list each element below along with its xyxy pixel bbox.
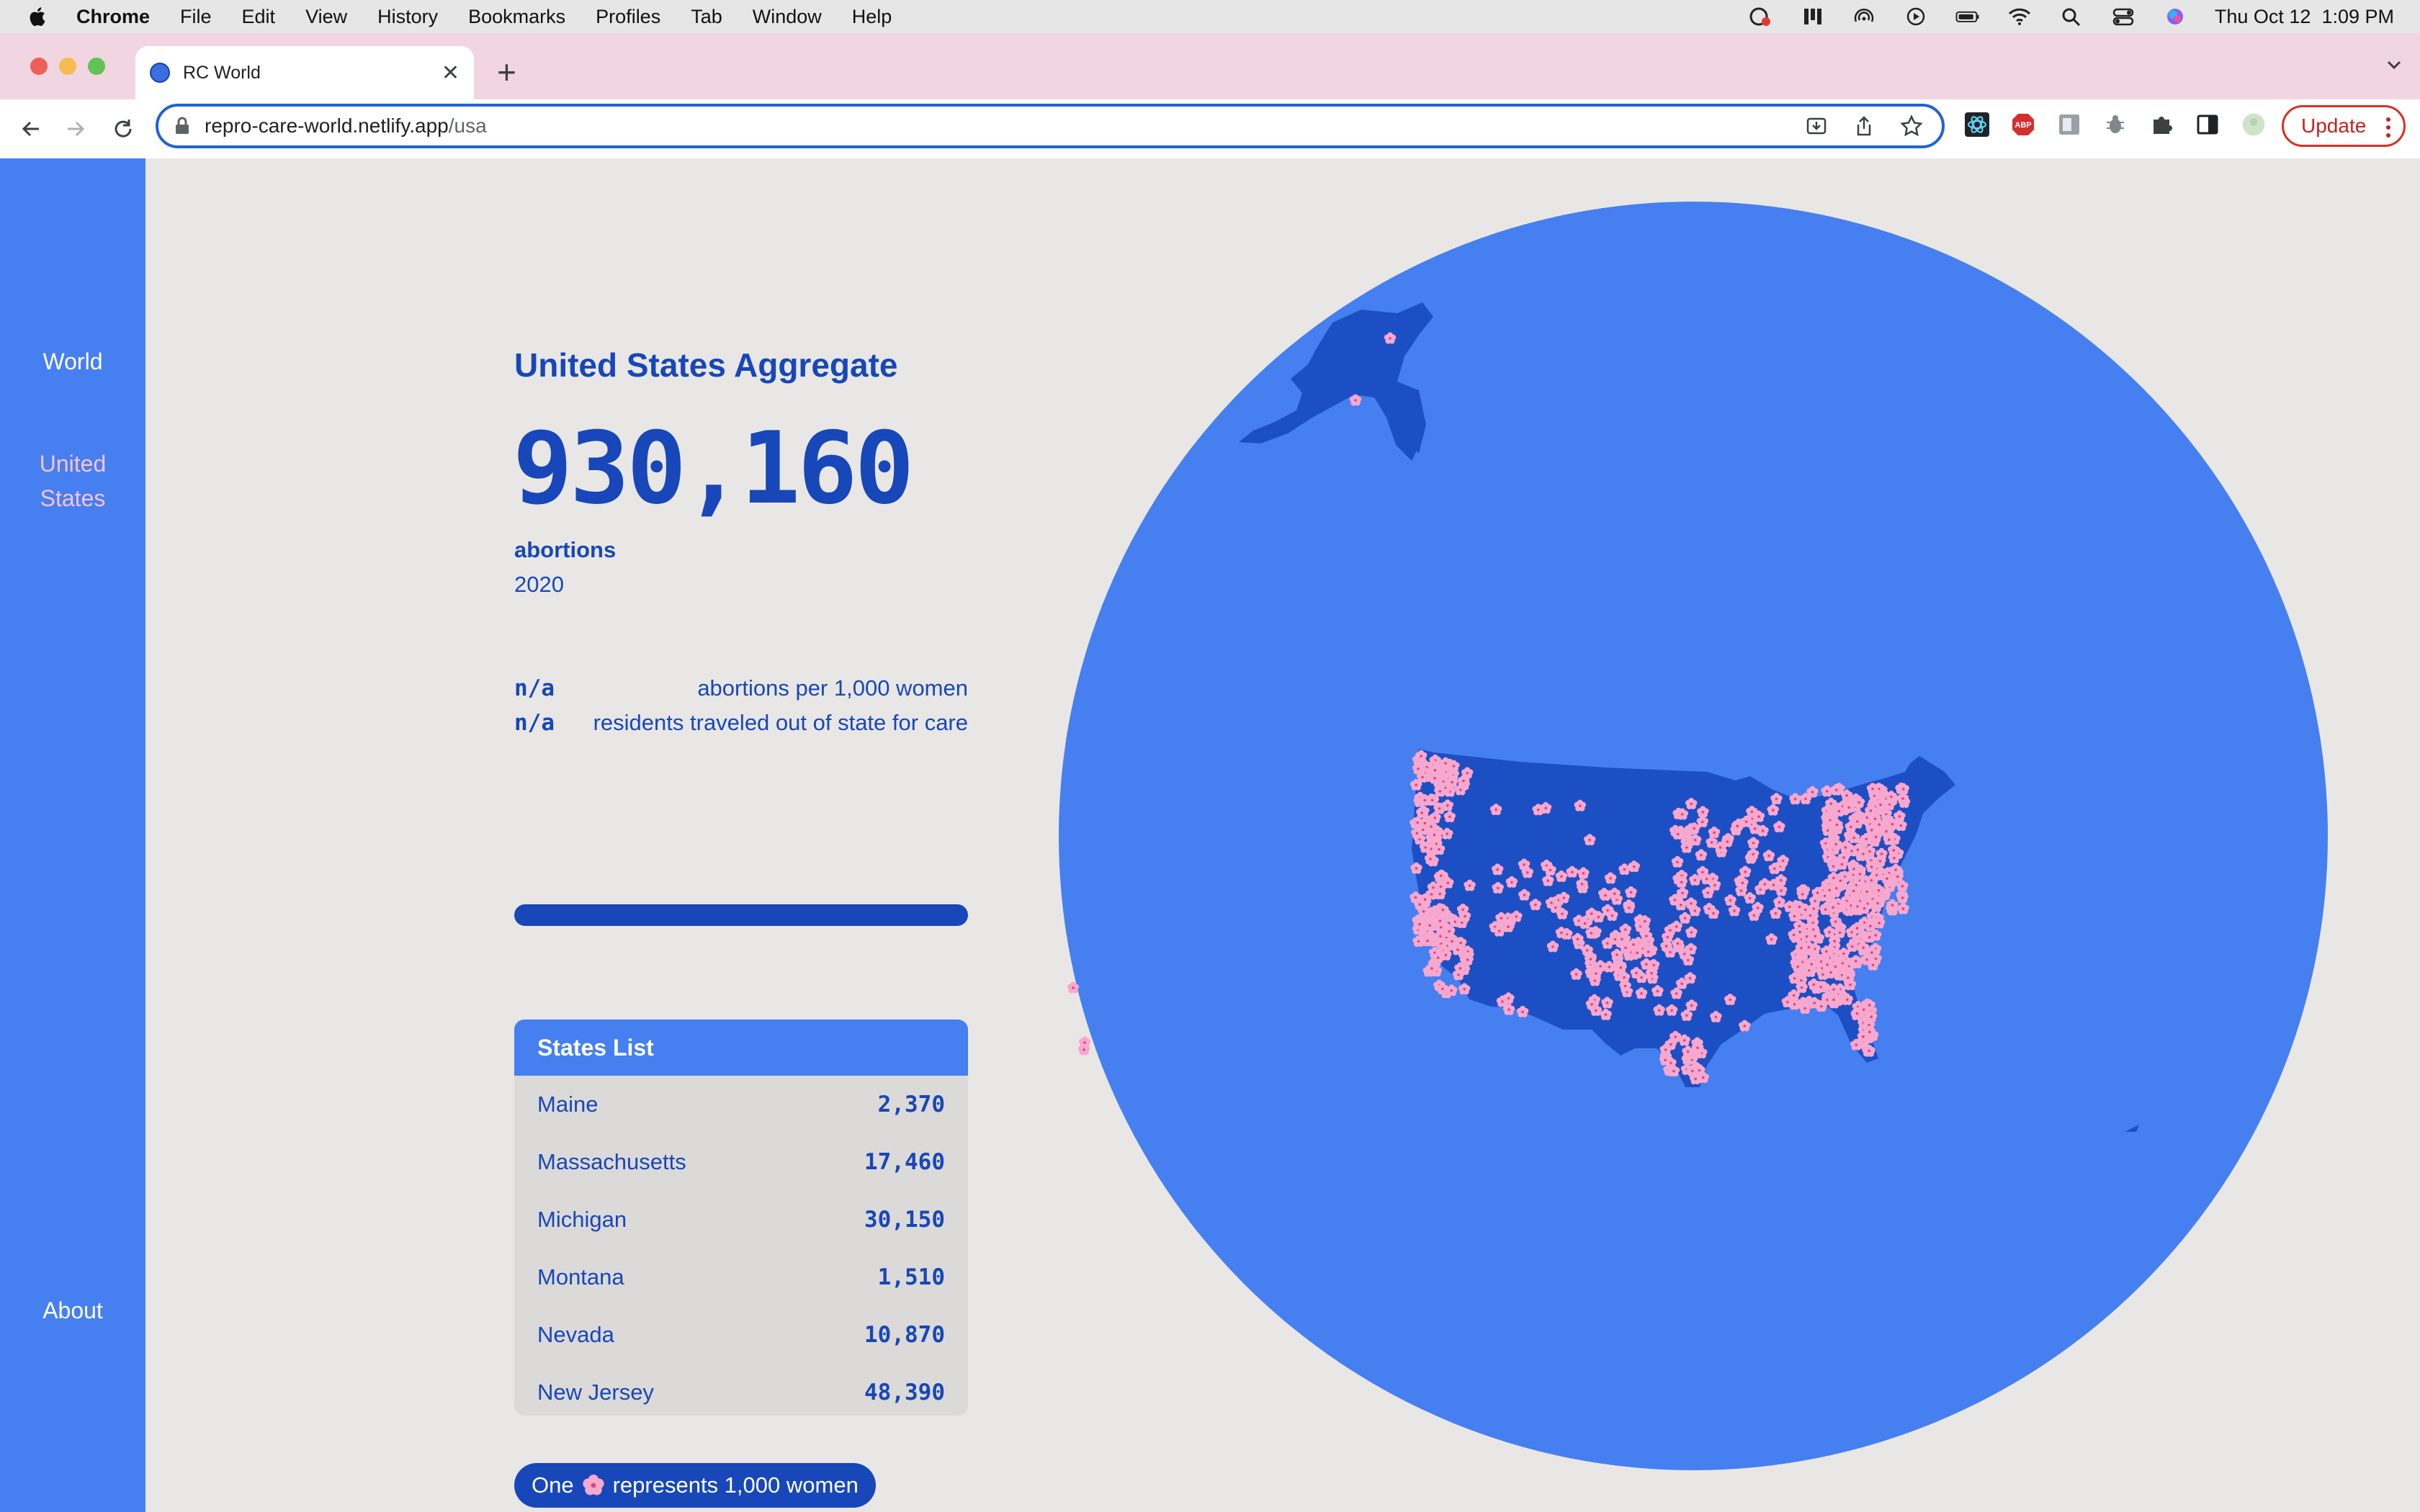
state-value: 30,150 [864,1207,945,1233]
back-arrow-icon[interactable] [16,114,46,144]
svg-text:ABP: ABP [2015,121,2031,130]
state-value: 2,370 [877,1092,945,1117]
lock-icon[interactable] [174,117,190,135]
window-close-button[interactable] [30,58,48,75]
wifi-icon[interactable] [2007,6,2032,27]
tab-search-chevron-icon[interactable] [2384,55,2404,78]
window-minimize-button[interactable] [59,58,76,75]
state-value: 17,460 [864,1149,945,1175]
play-icon[interactable] [1904,6,1928,27]
state-name: New Jersey [537,1380,654,1405]
menu-history[interactable]: History [377,6,438,28]
globe-favicon-icon [150,63,170,83]
total-abortions-number: 930,160 [513,410,915,526]
spotlight-search-icon[interactable] [2059,6,2084,27]
menu-app-name[interactable]: Chrome [76,6,150,28]
menu-tab[interactable]: Tab [691,6,722,28]
sidebar-link-united-states[interactable]: United States [0,446,145,516]
url-host: repro-care-world.netlify.app [205,114,449,137]
new-tab-plus-icon[interactable]: + [497,50,516,94]
react-devtools-extension-icon[interactable] [1965,112,1989,137]
state-row[interactable]: Michigan 30,150 [514,1191,968,1248]
legend-pill: One represents 1,000 women [514,1463,876,1508]
bug-extension-icon[interactable] [2103,112,2128,137]
sidebar-link-us-line1: United [39,451,107,477]
update-chrome-button[interactable]: Update [2282,105,2406,147]
states-list-panel[interactable]: States List Maine 2,370 Massachusetts 17… [514,1020,968,1416]
menu-window[interactable]: Window [753,6,822,28]
extensions-puzzle-icon[interactable] [2149,112,2174,137]
menu-edit[interactable]: Edit [242,6,276,28]
creative-cloud-icon[interactable] [1748,6,1773,27]
sidebar-link-world-label: World [42,348,103,374]
site-sidebar: World United States About [0,158,145,1512]
us-globe-map[interactable] [1059,202,2328,1470]
state-name: Michigan [537,1207,627,1232]
metric-label: abortions [514,537,617,562]
url-text[interactable]: repro-care-world.netlify.app/usa [205,114,487,138]
legend-suffix: represents 1,000 women [612,1472,859,1498]
states-list-header: States List [514,1020,968,1076]
battery-icon[interactable] [1955,6,1980,27]
state-row[interactable]: New Jersey 48,390 [514,1364,968,1416]
state-name: Massachusetts [537,1149,686,1174]
share-icon[interactable] [1852,114,1876,138]
state-name: Montana [537,1264,624,1290]
state-row[interactable]: Maine 2,370 [514,1076,968,1133]
forward-arrow-icon[interactable] [60,114,91,144]
side-panel-icon[interactable] [2195,112,2220,137]
apple-icon[interactable] [26,4,48,29]
sidebar-link-us-line2: States [40,485,106,511]
control-center-icon[interactable] [2111,6,2136,27]
window-zoom-button[interactable] [88,58,105,75]
state-value: 10,870 [864,1322,945,1348]
state-name: Nevada [537,1322,614,1347]
state-name: Maine [537,1092,599,1117]
menu-help[interactable]: Help [852,6,892,28]
reload-icon[interactable] [108,114,138,144]
travel-label: residents traveled out of state for care [593,710,968,735]
legend-prefix: One [532,1472,574,1498]
sidebar-link-world[interactable]: World [0,344,145,379]
state-value: 1,510 [877,1264,945,1290]
image-extension-icon[interactable] [2057,112,2081,137]
airdrop-icon[interactable] [1852,6,1876,27]
menu-bookmarks[interactable]: Bookmarks [468,6,565,28]
siri-icon[interactable] [2163,6,2187,27]
metric-year: 2020 [514,572,564,597]
bars-app-icon[interactable] [1800,6,1824,27]
adblock-plus-extension-icon[interactable]: ABP [2011,112,2035,137]
profile-avatar-icon[interactable] [2241,112,2266,137]
browser-tab-active[interactable]: RC World ✕ [135,46,474,99]
state-row[interactable]: Montana 1,510 [514,1248,968,1306]
state-row[interactable]: Nevada 10,870 [514,1306,968,1364]
menu-file[interactable]: File [180,6,212,28]
state-row[interactable]: Massachusetts 17,460 [514,1133,968,1191]
rate-label: abortions per 1,000 women [697,675,968,701]
menu-profiles[interactable]: Profiles [596,6,660,28]
more-vertical-icon[interactable] [2385,116,2392,139]
menubar-clock[interactable]: Thu Oct 12 1:09 PM [2215,6,2394,28]
sidebar-link-about-label: About [42,1297,103,1323]
sidebar-link-about[interactable]: About [0,1293,145,1328]
state-value: 48,390 [864,1380,945,1405]
flower-icon [582,1475,604,1495]
rate-value: n/a [514,675,555,701]
menu-view[interactable]: View [305,6,347,28]
install-app-icon[interactable] [1805,114,1828,138]
update-label: Update [2301,114,2367,137]
url-path: /usa [448,114,487,137]
travel-value: n/a [514,710,555,736]
travel-progress-bar [514,904,968,926]
browser-toolbar: repro-care-world.netlify.app/usa ABP Upd… [0,99,2420,159]
web-page: World United States About United States … [0,158,2420,1512]
bookmark-star-icon[interactable] [1900,114,1923,138]
tab-title: RC World [183,62,261,83]
macos-menu-bar: Chrome File Edit View History Bookmarks … [0,0,2420,33]
address-bar[interactable]: repro-care-world.netlify.app/usa [156,104,1945,148]
browser-tab-strip: RC World ✕ + [0,33,2420,99]
tab-close-icon[interactable]: ✕ [442,60,460,86]
page-title: United States Aggregate [514,346,898,384]
